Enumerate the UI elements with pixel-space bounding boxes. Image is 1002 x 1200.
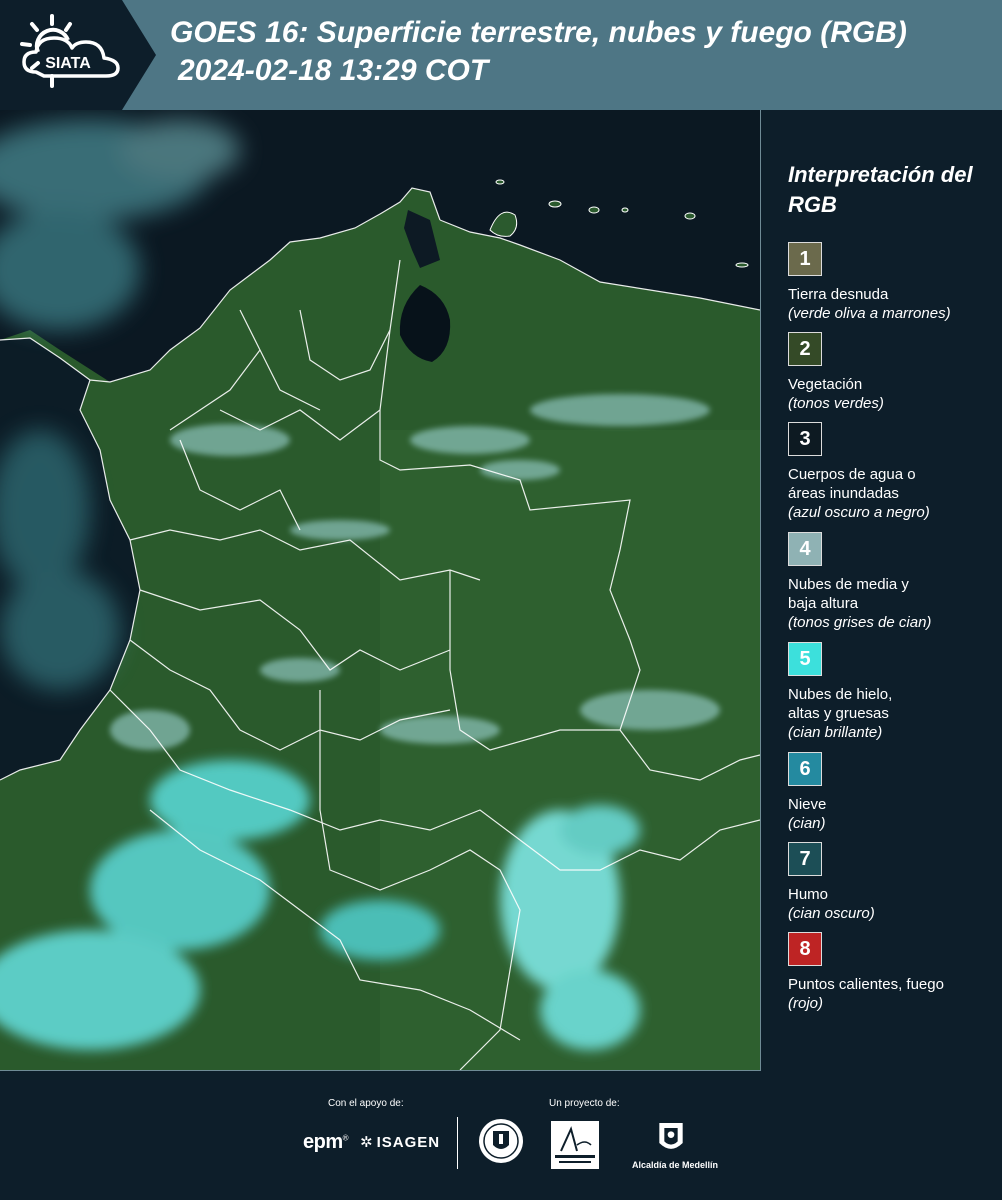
- legend-label: Nubes de media y baja altura: [788, 576, 909, 612]
- legend-item-smoke: 7 Humo (cian oscuro): [788, 842, 998, 923]
- legend-label: Puntos calientes, fuego: [788, 976, 944, 993]
- legend-item-vegetation: 2 Vegetación (tonos verdes): [788, 332, 998, 413]
- university-seal-icon: [477, 1117, 525, 1165]
- footer: Con el apoyo de: Un proyecto de: epm® ✲ I…: [0, 1071, 1002, 1200]
- legend-swatch: 3: [788, 422, 822, 456]
- footer-divider: [457, 1117, 458, 1169]
- legend-swatch: 7: [788, 842, 822, 876]
- legend-swatch: 1: [788, 242, 822, 276]
- support-label: Con el apoyo de:: [328, 1098, 404, 1109]
- legend-note: (tonos grises de cian): [788, 614, 932, 631]
- legend-note: (verde oliva a marrones): [788, 305, 951, 322]
- legend-item-water: 3 Cuerpos de agua o áreas inundadas (azu…: [788, 422, 998, 522]
- legend-title: Interpretación del RGB: [788, 162, 973, 217]
- satellite-image: [0, 110, 760, 1070]
- legend: Interpretación del RGB 1 Tierra desnuda …: [788, 160, 998, 1012]
- isagen-logo: ✲ ISAGEN: [360, 1133, 440, 1151]
- legend-note: (cian oscuro): [788, 905, 875, 922]
- legend-swatch: 4: [788, 532, 822, 566]
- legend-note: (rojo): [788, 995, 824, 1012]
- legend-swatch: 5: [788, 642, 822, 676]
- isagen-icon: ✲: [360, 1134, 374, 1151]
- satellite-map: [0, 110, 761, 1071]
- legend-swatch: 8: [788, 932, 822, 966]
- siata-logo: SIATA: [10, 10, 130, 100]
- logo-text: SIATA: [45, 55, 91, 72]
- legend-label: Tierra desnuda: [788, 286, 889, 303]
- epm-logo: epm®: [303, 1131, 349, 1153]
- epm-text: epm: [303, 1131, 343, 1153]
- legend-label: Humo: [788, 886, 829, 903]
- legend-swatch: 6: [788, 752, 822, 786]
- alcaldia-medellin-logo: Alcaldía de Medellín: [632, 1118, 718, 1172]
- header: SIATA GOES 16: Superficie terrestre, nub…: [0, 0, 1002, 110]
- legend-item-snow: 6 Nieve (cian): [788, 752, 998, 833]
- legend-item-fire: 8 Puntos calientes, fuego (rojo): [788, 932, 998, 1013]
- legend-item-mid-low-clouds: 4 Nubes de media y baja altura (tonos gr…: [788, 532, 998, 632]
- page-title: GOES 16: Superficie terrestre, nubes y f…: [170, 16, 907, 49]
- legend-label: Cuerpos de agua o áreas inundadas: [788, 466, 916, 502]
- project-label: Un proyecto de:: [549, 1098, 620, 1109]
- isagen-text: ISAGEN: [376, 1134, 441, 1151]
- legend-label: Nieve: [788, 796, 827, 813]
- legend-note: (tonos verdes): [788, 395, 884, 412]
- legend-label: Nubes de hielo, altas y gruesas: [788, 686, 893, 722]
- area-metropolitana-logo: [551, 1121, 599, 1169]
- alcaldia-label: Alcaldía de Medellín: [632, 1160, 719, 1170]
- page-timestamp: 2024-02-18 13:29 COT: [178, 54, 489, 87]
- legend-item-ice-clouds: 5 Nubes de hielo, altas y gruesas (cian …: [788, 642, 998, 742]
- legend-note: (cian brillante): [788, 724, 883, 741]
- legend-item-bare-soil: 1 Tierra desnuda (verde oliva a marrones…: [788, 242, 998, 323]
- legend-swatch: 2: [788, 332, 822, 366]
- legend-label: Vegetación: [788, 376, 863, 393]
- legend-note: (cian): [788, 815, 826, 832]
- legend-note: (azul oscuro a negro): [788, 504, 930, 521]
